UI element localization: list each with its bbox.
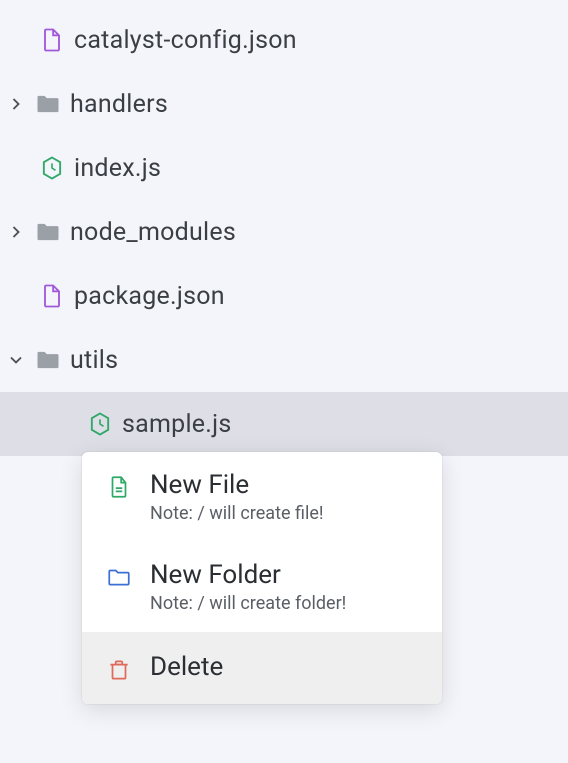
menu-text: New Folder Note: / will create folder! (150, 560, 346, 614)
folder-label: utils (70, 346, 118, 375)
folder-label: handlers (70, 90, 168, 119)
chevron-down-icon[interactable] (6, 350, 34, 370)
menu-item-new-file[interactable]: New File Note: / will create file! (82, 452, 442, 542)
menu-text: Delete (150, 652, 223, 683)
chevron-right-icon[interactable] (6, 94, 34, 114)
folder-icon (34, 218, 70, 246)
file-item-catalyst-config[interactable]: catalyst-config.json (0, 8, 568, 72)
js-file-icon (38, 154, 74, 182)
json-file-icon (38, 26, 74, 54)
menu-note: Note: / will create file! (150, 503, 324, 524)
menu-title: Delete (150, 652, 223, 683)
chevron-right-icon[interactable] (6, 222, 34, 242)
menu-title: New Folder (150, 560, 346, 591)
file-label: sample.js (122, 410, 232, 439)
folder-icon (34, 90, 70, 118)
file-item-sample-js[interactable]: sample.js (0, 392, 568, 456)
file-label: index.js (74, 154, 161, 183)
folder-item-node-modules[interactable]: node_modules (0, 200, 568, 264)
folder-item-utils[interactable]: utils (0, 328, 568, 392)
context-menu: New File Note: / will create file! New F… (82, 452, 442, 704)
folder-icon (34, 346, 70, 374)
menu-item-new-folder[interactable]: New Folder Note: / will create folder! (82, 542, 442, 632)
menu-text: New File Note: / will create file! (150, 470, 324, 524)
file-item-index-js[interactable]: index.js (0, 136, 568, 200)
menu-title: New File (150, 470, 324, 501)
trash-icon (106, 653, 150, 683)
js-file-icon (86, 410, 122, 438)
file-tree: catalyst-config.json handlers index.js (0, 0, 568, 456)
new-folder-icon (106, 560, 150, 590)
json-file-icon (38, 282, 74, 310)
file-item-package-json[interactable]: package.json (0, 264, 568, 328)
folder-label: node_modules (70, 218, 236, 247)
file-label: catalyst-config.json (74, 26, 297, 55)
new-file-icon (106, 470, 150, 500)
folder-item-handlers[interactable]: handlers (0, 72, 568, 136)
menu-note: Note: / will create folder! (150, 593, 346, 614)
file-label: package.json (74, 282, 225, 311)
menu-item-delete[interactable]: Delete (82, 632, 442, 703)
